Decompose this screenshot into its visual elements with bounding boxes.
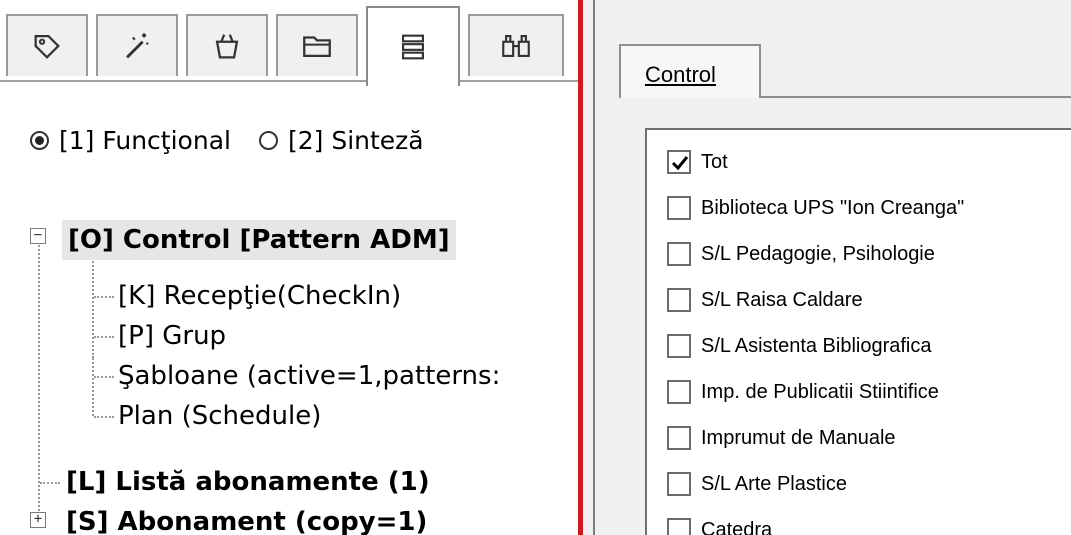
binoculars-icon: [502, 35, 530, 57]
checklist-item-label: Imprumut de Manuale: [701, 426, 896, 449]
tree-node-templates[interactable]: Şabloane (active=1,patterns:: [118, 356, 500, 396]
checklist-item-all[interactable]: Tot: [667, 148, 728, 176]
panel-tab-strip: [0, 0, 578, 86]
checklist-item[interactable]: S/L Raisa Caldare: [667, 286, 863, 314]
filter-panel: Control Tot Biblioteca UPS "Ion Creanga"…: [595, 0, 1071, 535]
tab-folder[interactable]: [276, 14, 358, 76]
tree-connector: [94, 296, 114, 298]
checkbox-checked[interactable]: [667, 150, 691, 174]
splitter-gap: [583, 0, 593, 535]
radio-synthesis-button[interactable]: [258, 131, 278, 150]
checkbox[interactable]: [667, 518, 691, 535]
tab-control-label: Control: [645, 62, 716, 87]
tab-control[interactable]: Control: [619, 44, 761, 98]
checklist-item-label: S/L Raisa Caldare: [701, 288, 863, 311]
tree-node-control[interactable]: [O] Control [Pattern ADM]: [62, 220, 456, 260]
tab-strip-divider: [0, 80, 578, 82]
tree-node-subscription-list[interactable]: [L] Listă abonamente (1): [66, 462, 430, 502]
checklist-item-label: Tot: [701, 150, 728, 173]
checkbox[interactable]: [667, 426, 691, 450]
radio-functional[interactable]: [1] Funcţional: [30, 126, 231, 155]
checkbox[interactable]: [667, 242, 691, 266]
checkbox[interactable]: [667, 380, 691, 404]
tree-connector: [92, 358, 94, 416]
checklist-item[interactable]: S/L Pedagogie, Psihologie: [667, 240, 935, 268]
radio-functional-label: [1] Funcţional: [59, 126, 231, 155]
tag-icon: [34, 34, 60, 59]
checklist-item-label: S/L Arte Plastice: [701, 472, 847, 495]
tree-connector: [94, 416, 114, 418]
collapse-toggle-icon[interactable]: −: [30, 228, 46, 244]
wand-icon: [126, 33, 149, 59]
tree-node-schedule[interactable]: Plan (Schedule): [118, 396, 321, 436]
tree-node-subscription[interactable]: [S] Abonament (copy=1): [66, 502, 427, 535]
checklist-item-label: S/L Pedagogie, Psihologie: [701, 242, 935, 265]
checkbox[interactable]: [667, 288, 691, 312]
view-mode-radio-group: [1] Funcţional [2] Sinteză: [30, 126, 452, 155]
checklist-item[interactable]: S/L Arte Plastice: [667, 470, 847, 498]
checklist-item-label: Catedra: [701, 518, 773, 535]
expand-toggle-icon[interactable]: +: [30, 512, 46, 528]
tab-list[interactable]: [366, 6, 460, 86]
checklist-item[interactable]: Catedra: [667, 516, 772, 535]
navigator-panel: [1] Funcţional [2] Sinteză − [O] Control…: [0, 0, 578, 535]
list-icon: [402, 34, 424, 60]
radio-synthesis-label: [2] Sinteză: [287, 126, 424, 155]
tab-basket[interactable]: [186, 14, 268, 76]
location-checklist: Tot Biblioteca UPS "Ion Creanga" S/L Ped…: [645, 128, 1071, 535]
tab-wand[interactable]: [96, 14, 178, 76]
tab-search[interactable]: [468, 14, 564, 76]
tree-connector: [40, 482, 60, 484]
checklist-item[interactable]: Imp. de Publicatii Stiintifice: [667, 378, 939, 406]
folder-icon: [303, 36, 331, 58]
tab-divider: [761, 96, 1071, 98]
checkmark-icon: [671, 156, 689, 171]
tree-node-group[interactable]: [P] Grup: [118, 316, 226, 356]
checklist-item-label: Imp. de Publicatii Stiintifice: [701, 380, 939, 403]
checklist-item-label: Biblioteca UPS "Ion Creanga": [701, 196, 965, 219]
checkbox[interactable]: [667, 334, 691, 358]
checklist-item[interactable]: Imprumut de Manuale: [667, 424, 896, 452]
checkbox[interactable]: [667, 196, 691, 220]
basket-icon: [215, 34, 239, 59]
checkbox[interactable]: [667, 472, 691, 496]
tree-connector: [92, 258, 94, 358]
tree-node-reception[interactable]: [K] Recepţie(CheckIn): [118, 276, 401, 316]
tab-tag[interactable]: [6, 14, 88, 76]
tree-connector: [94, 336, 114, 338]
radio-functional-button[interactable]: [30, 131, 49, 150]
checklist-item[interactable]: Biblioteca UPS "Ion Creanga": [667, 194, 964, 222]
checklist-item[interactable]: S/L Asistenta Bibliografica: [667, 332, 932, 360]
tree-connector: [94, 376, 114, 378]
checklist-item-label: S/L Asistenta Bibliografica: [701, 334, 932, 357]
tree-connector: [38, 238, 40, 518]
radio-synthesis[interactable]: [2] Sinteză: [258, 126, 424, 155]
navigation-tree: − [O] Control [Pattern ADM] [K] Recepţie…: [0, 210, 578, 535]
